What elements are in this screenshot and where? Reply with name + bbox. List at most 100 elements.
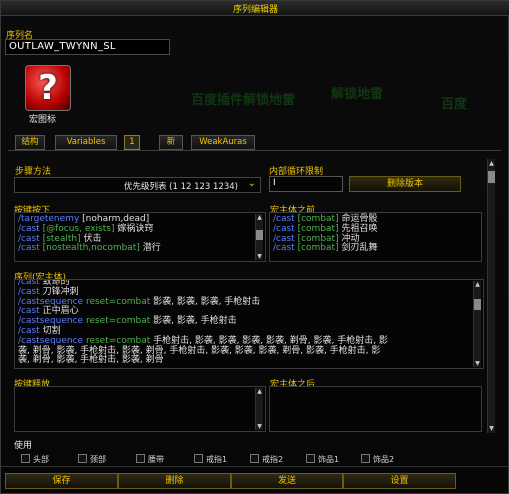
sequence-body-code: /cast 致命的/cast 刀锋冲刺/castsequence reset=c…: [18, 279, 388, 366]
code-line: /cast [nostealth,nocombat] 潜行: [18, 243, 161, 254]
check-label: 饰品2: [373, 455, 395, 464]
check-label: 头部: [33, 455, 49, 464]
step-function-dropdown[interactable]: 优先级列表 (1 12 123 1234) ⌄: [14, 177, 261, 193]
tab-new[interactable]: 新: [159, 135, 183, 150]
keyrelease-editor[interactable]: ▲ ▼: [14, 386, 266, 432]
checkbox[interactable]: [361, 454, 370, 463]
step-function-label: 步骤方法: [15, 167, 52, 177]
watermark-text: 解锁地雷: [331, 87, 384, 102]
postbody-editor[interactable]: [269, 386, 482, 432]
code-token: reset=combat: [83, 316, 151, 327]
use-check-trinket2[interactable]: 饰品2: [361, 454, 394, 465]
scroll-up-icon[interactable]: ▲: [256, 214, 263, 221]
code-token: /cast: [273, 214, 295, 224]
tab-version-1[interactable]: 1: [124, 135, 140, 150]
use-check-head[interactable]: 头部: [21, 454, 49, 465]
scrollbar-thumb[interactable]: [256, 230, 263, 240]
code-token: 先祖召唤: [338, 223, 378, 234]
use-check-belt[interactable]: 腰带: [136, 454, 164, 465]
code-token: [@focus, exists]: [39, 223, 115, 234]
code-token: 剑刃乱舞: [338, 243, 378, 254]
code-token: 潜行: [139, 243, 161, 254]
scroll-up-icon[interactable]: ▲: [488, 160, 495, 167]
scroll-down-icon[interactable]: ▼: [474, 360, 481, 367]
delete-button[interactable]: 删除: [118, 473, 231, 489]
footer-divider: [1, 466, 509, 467]
tab-divider: [8, 150, 501, 151]
checkbox[interactable]: [250, 454, 259, 463]
tab-structure[interactable]: 结构: [15, 135, 45, 150]
chevron-down-icon[interactable]: ⌄: [248, 178, 256, 189]
scroll-up-icon[interactable]: ▲: [256, 388, 263, 395]
code-token: /cast: [273, 243, 295, 254]
checkbox[interactable]: [194, 454, 203, 463]
check-label: 戒指1: [206, 455, 228, 464]
use-check-ring2[interactable]: 戒指2: [250, 454, 283, 465]
scrollbar-thumb[interactable]: [488, 171, 495, 183]
use-check-neck[interactable]: 颈部: [78, 454, 106, 465]
checkbox[interactable]: [21, 454, 30, 463]
code-token: [combat]: [294, 223, 339, 234]
scroll-up-icon[interactable]: ▲: [474, 281, 481, 288]
code-token: /cast: [18, 279, 40, 287]
code-token: reset=combat: [83, 335, 151, 346]
macro-icon-label: 宏图标: [29, 115, 57, 125]
code-token: /targetenemy: [18, 214, 80, 224]
keypress-scrollbar[interactable]: ▲ ▼: [255, 214, 263, 260]
sequence-body-editor[interactable]: /cast 致命的/cast 刀锋冲刺/castsequence reset=c…: [14, 279, 484, 369]
save-button[interactable]: 保存: [5, 473, 118, 489]
code-token: /cast: [18, 243, 40, 254]
code-token: 刀锋冲刺: [39, 286, 79, 297]
body-scrollbar[interactable]: ▲ ▼: [473, 281, 481, 367]
check-label: 颈部: [90, 455, 106, 464]
tab-weakauras[interactable]: WeakAuras: [191, 135, 255, 150]
check-label: 腰带: [148, 455, 164, 464]
code-token: /cast: [273, 223, 295, 234]
step-function-value: 优先级列表 (1 12 123 1234): [123, 182, 238, 192]
window-title: 序列编辑器: [232, 5, 278, 15]
code-token: 袭, 剃骨, 影袭, 手枪射击, 影袭, 剃骨: [18, 355, 164, 366]
code-token: [combat]: [294, 243, 339, 254]
prebody-editor[interactable]: /cast [combat] 命运骨骰/cast [combat] 先祖召唤/c…: [269, 212, 482, 262]
checkbox[interactable]: [306, 454, 315, 463]
keypress-code: /targetenemy [noharm,dead] /cast [@focus,…: [18, 214, 161, 254]
prebody-code: /cast [combat] 命运骨骰/cast [combat] 先祖召唤/c…: [273, 214, 378, 254]
code-token: 致命的: [39, 279, 70, 287]
use-label: 使用: [14, 441, 33, 451]
tab-variables[interactable]: Variables: [55, 135, 117, 150]
code-token: 影袭, 影袭, 影袭, 手枪射击: [150, 296, 261, 307]
settings-button[interactable]: 设置: [343, 473, 456, 489]
code-token: 切割: [39, 325, 61, 336]
scroll-down-icon[interactable]: ▼: [488, 425, 495, 432]
sequence-name-input[interactable]: OUTLAW_TWYNN_SL: [5, 39, 170, 55]
macro-icon-button[interactable]: ?: [25, 65, 71, 111]
code-token: /cast: [18, 306, 40, 317]
code-token: 嫁祸诀窍: [114, 223, 154, 234]
question-mark-icon: ?: [38, 68, 58, 108]
inner-loop-limit-input[interactable]: I: [269, 176, 343, 192]
code-token: /cast: [18, 223, 40, 234]
checkbox[interactable]: [78, 454, 87, 463]
title-bar[interactable]: 序列编辑器: [1, 1, 509, 16]
check-label: 饰品1: [318, 455, 340, 464]
scrollbar-thumb[interactable]: [474, 299, 481, 310]
code-token: /cast: [18, 325, 40, 336]
scroll-down-icon[interactable]: ▼: [256, 253, 263, 260]
check-label: 戒指2: [262, 455, 284, 464]
code-token: 正中眉心: [39, 306, 79, 317]
use-check-ring1[interactable]: 戒指1: [194, 454, 227, 465]
code-token: [noharm,dead]: [79, 214, 150, 224]
code-token: /cast: [18, 286, 40, 297]
use-check-trinket1[interactable]: 饰品1: [306, 454, 339, 465]
checkbox[interactable]: [136, 454, 145, 463]
scroll-down-icon[interactable]: ▼: [256, 423, 263, 430]
code-token: [combat]: [294, 214, 339, 224]
main-scrollbar[interactable]: ▲ ▼: [487, 159, 495, 433]
keypress-editor[interactable]: /targetenemy [noharm,dead] /cast [@focus,…: [14, 212, 266, 262]
code-line: 袭, 剃骨, 影袭, 手枪射击, 影袭, 剃骨: [18, 355, 388, 366]
inner-loop-limit-value: I: [273, 178, 276, 188]
delete-version-button[interactable]: 删除版本: [349, 176, 461, 192]
keyrelease-scrollbar[interactable]: ▲ ▼: [255, 388, 263, 430]
code-token: /castsequence: [18, 335, 84, 346]
send-button[interactable]: 发送: [231, 473, 343, 489]
